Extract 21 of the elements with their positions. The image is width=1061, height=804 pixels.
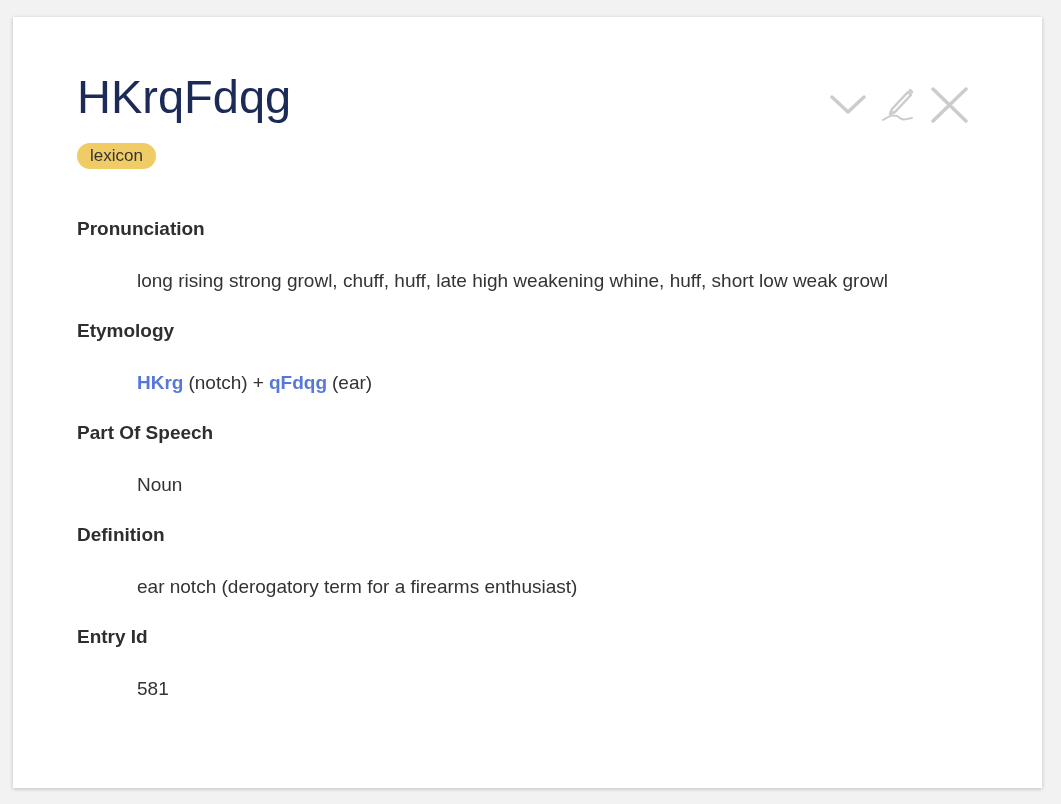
field-heading: Entry Id xyxy=(77,625,148,649)
etymology-text: (ear) xyxy=(332,371,373,395)
field-heading: Etymology xyxy=(77,319,175,343)
chevron-down-icon xyxy=(830,95,866,115)
field-value: long rising strong growl, chuff, huff, late high weakening whine, huff, short low weak growl xyxy=(137,269,888,293)
close-button[interactable] xyxy=(931,87,968,123)
entry-tag: lexicon xyxy=(77,143,156,169)
field-heading: Definition xyxy=(77,523,165,547)
entry-title: HKrqFdqg xyxy=(77,69,292,125)
close-icon xyxy=(931,87,968,123)
collapse-button[interactable] xyxy=(830,95,866,115)
field-heading: Pronunciation xyxy=(77,217,205,241)
field-heading: Part Of Speech xyxy=(77,421,214,445)
etymology-text: (notch) + xyxy=(188,371,264,395)
field-value: Noun xyxy=(137,473,183,497)
edit-button[interactable] xyxy=(882,87,915,123)
field-value: ear notch (derogatory term for a firearms enthusiast) xyxy=(137,575,578,599)
pen-icon xyxy=(882,87,915,123)
field-value: 581 xyxy=(137,677,169,701)
etymology-link[interactable]: HKrg xyxy=(137,371,184,395)
etymology-link[interactable]: qFdqg xyxy=(268,371,327,395)
